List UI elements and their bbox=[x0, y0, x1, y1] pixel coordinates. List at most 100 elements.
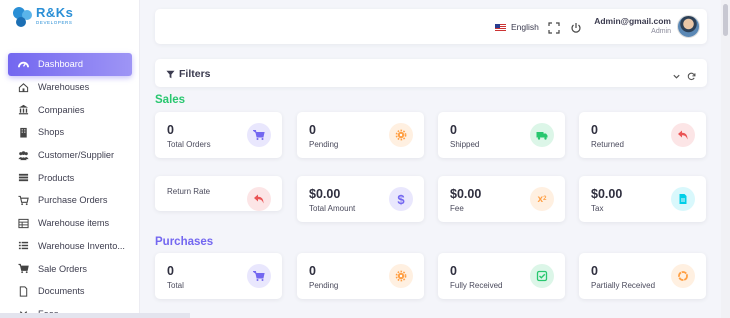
fullscreen-icon[interactable] bbox=[548, 21, 560, 34]
user-role: Admin bbox=[651, 28, 671, 35]
sidebar: R&Ks DEVELOPERS Dashboard Warehouses Com… bbox=[0, 0, 140, 318]
stat-label: Shipped bbox=[450, 140, 480, 149]
gear-icon bbox=[389, 123, 413, 147]
status-strip bbox=[0, 313, 190, 318]
purchases-section-title: Purchases bbox=[155, 236, 214, 248]
cart-icon bbox=[17, 194, 29, 206]
sidebar-item-products[interactable]: Products bbox=[8, 166, 132, 189]
sidebar-item-warehouses[interactable]: Warehouses bbox=[8, 76, 132, 99]
language-selector[interactable]: English bbox=[495, 22, 539, 32]
filters-panel: Filters bbox=[155, 59, 707, 87]
x2-icon: x2 bbox=[530, 187, 554, 211]
brand-title: R&Ks bbox=[36, 5, 74, 20]
stat-label: Return Rate bbox=[167, 187, 211, 196]
stat-card-fully-received: 0 Fully Received bbox=[438, 253, 565, 299]
sidebar-item-warehouse-inventory[interactable]: Warehouse Invento... bbox=[8, 235, 132, 258]
stat-card-total-orders: 0 Total Orders bbox=[155, 112, 282, 158]
stat-label: Total Orders bbox=[167, 140, 211, 149]
sidebar-item-label: Customer/Supplier bbox=[38, 150, 115, 161]
sidebar-item-label: Purchase Orders bbox=[38, 195, 108, 206]
stat-value: 0 bbox=[450, 123, 457, 137]
stat-value: $0.00 bbox=[309, 187, 341, 201]
stat-label: Pending bbox=[309, 281, 339, 290]
sidebar-item-label: Products bbox=[38, 172, 75, 183]
stat-label: Returned bbox=[591, 140, 624, 149]
return-icon bbox=[671, 123, 695, 147]
stat-value: 0 bbox=[167, 264, 174, 278]
top-header: English Admin@gmail.com Admin bbox=[155, 9, 707, 44]
user-info[interactable]: Admin@gmail.com Admin bbox=[594, 16, 671, 35]
cart-icon bbox=[17, 263, 29, 275]
stat-card-returned: 0 Returned bbox=[579, 112, 706, 158]
stat-label: Tax bbox=[591, 204, 604, 213]
sidebar-item-label: Sale Orders bbox=[38, 263, 88, 274]
stat-label: Total Amount bbox=[309, 204, 356, 213]
sidebar-item-label: Warehouse items bbox=[38, 218, 110, 229]
stat-value: 0 bbox=[309, 264, 316, 278]
sidebar-item-label: Companies bbox=[38, 104, 85, 115]
stat-label: Partially Received bbox=[591, 281, 656, 290]
stat-value: $0.00 bbox=[591, 187, 623, 201]
cart-icon bbox=[247, 123, 271, 147]
building-icon bbox=[17, 126, 29, 138]
bank-icon bbox=[17, 104, 29, 116]
brand-subtitle: DEVELOPERS bbox=[36, 20, 73, 25]
sidebar-item-purchase-orders[interactable]: Purchase Orders bbox=[8, 189, 132, 212]
user-name: Admin@gmail.com bbox=[594, 16, 671, 26]
avatar[interactable] bbox=[677, 15, 700, 38]
sidebar-item-customer-supplier[interactable]: Customer/Supplier bbox=[8, 144, 132, 167]
sidebar-item-label: Shops bbox=[38, 127, 65, 138]
layers-icon bbox=[17, 172, 29, 184]
file-icon bbox=[671, 187, 695, 211]
sidebar-nav: Dashboard Warehouses Companies Shops Cus… bbox=[8, 53, 132, 318]
logo-icon bbox=[12, 6, 34, 28]
sidebar-item-label: Warehouse Invento... bbox=[38, 240, 125, 251]
sidebar-item-companies[interactable]: Companies bbox=[8, 98, 132, 121]
sidebar-item-dashboard[interactable]: Dashboard bbox=[8, 53, 132, 76]
stat-label: Pending bbox=[309, 140, 339, 149]
sales-section-title: Sales bbox=[155, 94, 186, 106]
brand-logo[interactable]: R&Ks DEVELOPERS bbox=[12, 6, 73, 28]
us-flag-icon bbox=[495, 23, 506, 31]
users-icon bbox=[17, 149, 29, 161]
stat-value: 0 bbox=[309, 123, 316, 137]
refresh-icon[interactable] bbox=[687, 68, 696, 81]
table-icon bbox=[17, 217, 29, 229]
stat-card-fee: $0.00 Fee x2 bbox=[438, 176, 565, 222]
stat-card-return-rate: Return Rate bbox=[155, 176, 282, 211]
home-icon bbox=[17, 81, 29, 93]
language-label: English bbox=[511, 22, 539, 32]
stat-card-purchase-pending: 0 Pending bbox=[297, 253, 424, 299]
document-icon bbox=[17, 285, 29, 297]
stat-label: Fully Received bbox=[450, 281, 503, 290]
check-icon bbox=[530, 264, 554, 288]
stat-card-total: 0 Total bbox=[155, 253, 282, 299]
return-icon bbox=[247, 187, 271, 211]
filters-title: Filters bbox=[179, 68, 211, 80]
stat-label: Fee bbox=[450, 204, 464, 213]
sidebar-item-label: Documents bbox=[38, 286, 85, 297]
truck-icon bbox=[530, 123, 554, 147]
filters-header[interactable]: Filters bbox=[166, 68, 211, 80]
stat-value: $0.00 bbox=[450, 187, 482, 201]
stat-value: 0 bbox=[167, 123, 174, 137]
stat-value: 0 bbox=[450, 264, 457, 278]
stat-value: 0 bbox=[591, 123, 598, 137]
stat-card-total-amount: $0.00 Total Amount $ bbox=[297, 176, 424, 222]
stat-value: 0 bbox=[591, 264, 598, 278]
cart-icon bbox=[247, 264, 271, 288]
scrollbar-thumb[interactable] bbox=[723, 4, 728, 36]
stat-card-partially-received: 0 Partially Received bbox=[579, 253, 706, 299]
stat-label: Total bbox=[167, 281, 184, 290]
power-icon[interactable] bbox=[570, 21, 582, 33]
stat-card-tax: $0.00 Tax bbox=[579, 176, 706, 222]
sidebar-item-warehouse-items[interactable]: Warehouse items bbox=[8, 212, 132, 235]
sidebar-item-shops[interactable]: Shops bbox=[8, 121, 132, 144]
page-scrollbar[interactable] bbox=[721, 0, 730, 318]
chevron-down-icon[interactable] bbox=[672, 68, 681, 79]
stat-card-shipped: 0 Shipped bbox=[438, 112, 565, 158]
sidebar-item-label: Dashboard bbox=[38, 59, 83, 70]
circle-icon bbox=[671, 264, 695, 288]
sidebar-item-documents[interactable]: Documents bbox=[8, 280, 132, 303]
sidebar-item-sale-orders[interactable]: Sale Orders bbox=[8, 257, 132, 280]
